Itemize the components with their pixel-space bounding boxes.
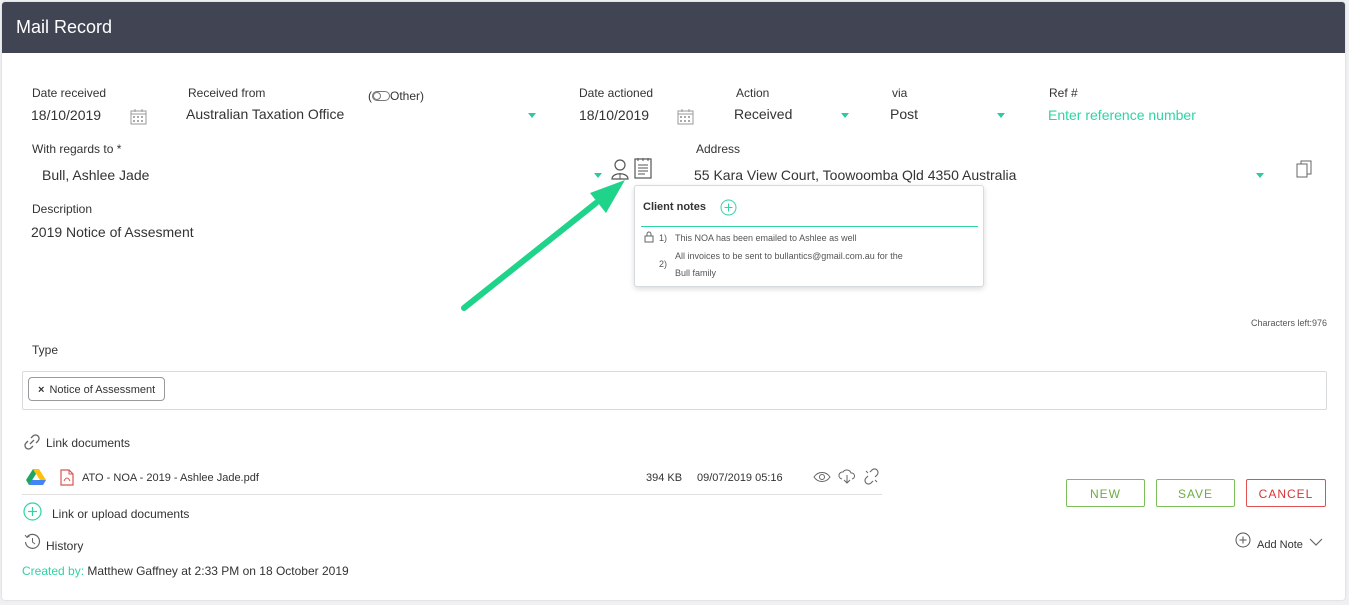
annotation-arrow [461,180,625,311]
